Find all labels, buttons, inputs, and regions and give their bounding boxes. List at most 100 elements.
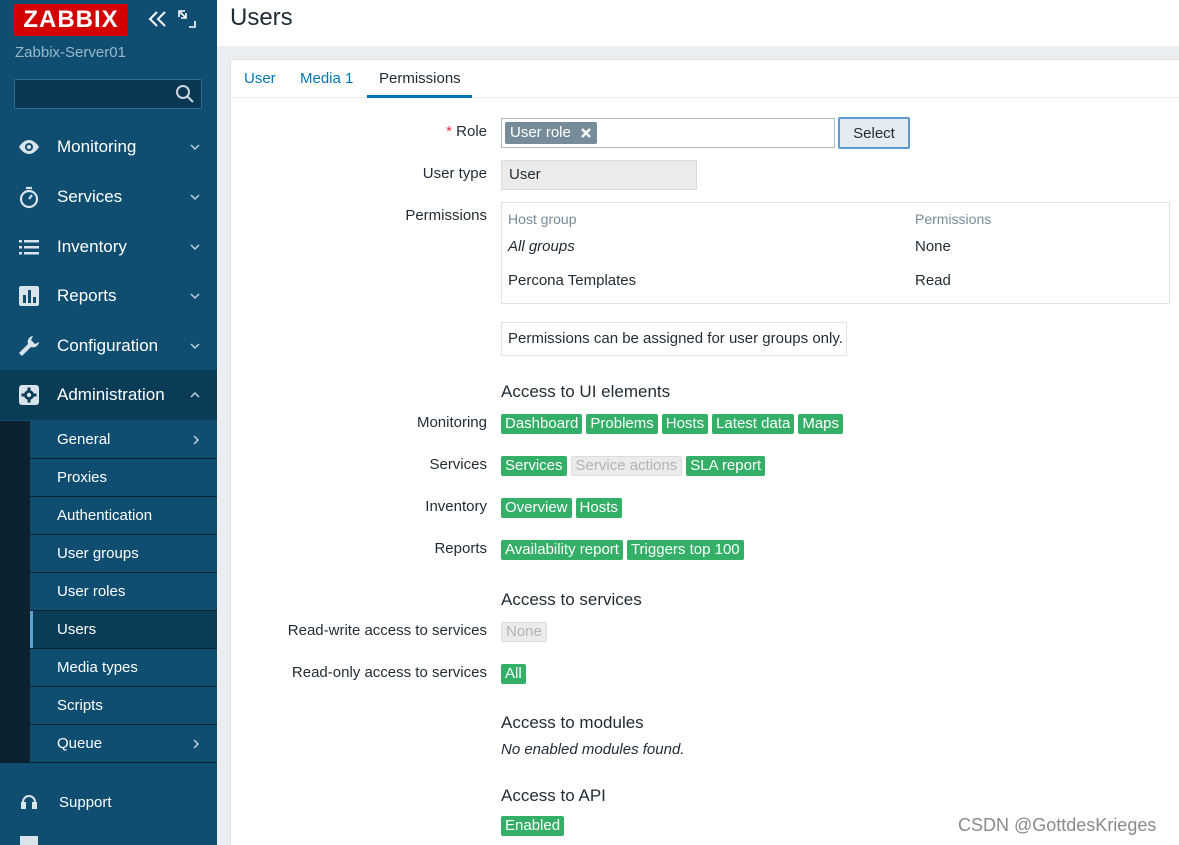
ui-badge: Availability report xyxy=(501,540,623,560)
section-title-services: Access to services xyxy=(501,590,642,609)
tab-media[interactable]: Media 1 xyxy=(300,70,353,87)
page-title: Users xyxy=(230,4,293,31)
bar-chart-icon xyxy=(19,286,39,306)
tab-media-label: Media xyxy=(300,70,341,87)
submenu-item-users[interactable]: Users xyxy=(30,611,217,648)
api-badge: Enabled xyxy=(501,816,565,836)
ui-badges-services: Services Service actions SLA report xyxy=(501,456,766,476)
ui-group-label: Inventory xyxy=(425,498,487,515)
remove-icon[interactable] xyxy=(580,127,592,139)
chevron-down-icon xyxy=(190,293,200,300)
submenu-label: User groups xyxy=(57,545,139,562)
submenu-label: Scripts xyxy=(57,697,103,714)
ui-group-label: Services xyxy=(429,456,487,473)
menu-label: Reports xyxy=(57,286,117,305)
support-link[interactable]: Support xyxy=(0,782,217,822)
search-input[interactable] xyxy=(15,80,165,108)
search-icon[interactable] xyxy=(175,84,195,104)
table-cell-permission: Read xyxy=(915,272,951,289)
modules-note: No enabled modules found. xyxy=(501,741,685,758)
read-only-services-value: All xyxy=(501,664,526,684)
tab-bar: User Media 1 Permissions xyxy=(231,60,1179,98)
chevron-down-icon xyxy=(190,144,200,151)
ui-badge: Dashboard xyxy=(501,414,583,434)
sidebar: ZABBIX Zabbix-Server01 Monitoring Servic… xyxy=(0,0,217,845)
required-mark: * xyxy=(446,123,452,140)
active-tab-indicator xyxy=(367,95,472,98)
administration-submenu: General Proxies Authentication User grou… xyxy=(0,421,217,763)
ui-badge-disabled: Service actions xyxy=(570,456,683,476)
menu-label: Inventory xyxy=(57,237,127,256)
menu-label: Administration xyxy=(57,385,165,404)
list-icon xyxy=(19,240,39,255)
menu-item-reports[interactable]: Reports xyxy=(0,271,217,321)
menu-label: Services xyxy=(57,187,123,206)
read-write-services-value: None xyxy=(501,622,547,642)
chevron-down-icon xyxy=(190,343,200,350)
menu-label: Configuration xyxy=(57,336,159,355)
ui-group-label: Reports xyxy=(434,540,487,557)
zabbix-logo[interactable]: ZABBIX xyxy=(14,4,128,36)
submenu-label: User roles xyxy=(57,583,126,600)
menu-label: Monitoring xyxy=(57,137,137,156)
chevron-up-icon xyxy=(190,391,200,398)
submenu-item-general[interactable]: General xyxy=(30,421,217,458)
submenu-label: Queue xyxy=(57,735,103,752)
ui-badges-inventory: Overview Hosts xyxy=(501,498,622,518)
ui-badge: Problems xyxy=(586,414,658,434)
select-role-button[interactable]: Select xyxy=(838,117,910,149)
ui-badge: Hosts xyxy=(575,498,622,518)
tab-media-count: 1 xyxy=(345,70,354,87)
submenu-item-media-types[interactable]: Media types xyxy=(30,649,217,686)
submenu-item-user-groups[interactable]: User groups xyxy=(30,535,217,572)
support-label: Support xyxy=(59,793,112,811)
wrench-icon xyxy=(19,336,39,356)
chevron-down-icon xyxy=(190,194,200,201)
submenu-item-authentication[interactable]: Authentication xyxy=(30,497,217,534)
gear-icon xyxy=(19,385,39,405)
sidebar-search xyxy=(14,79,202,109)
ui-group-label: Monitoring xyxy=(416,414,487,431)
services-badge-disabled: None xyxy=(501,622,547,642)
chevron-right-icon xyxy=(193,434,200,445)
tab-permissions[interactable]: Permissions xyxy=(379,70,461,87)
share-icon[interactable] xyxy=(20,836,38,845)
submenu-label: General xyxy=(57,431,111,448)
menu-item-administration[interactable]: Administration xyxy=(0,370,217,420)
menu-item-monitoring[interactable]: Monitoring xyxy=(0,122,217,172)
user-type-label: User type xyxy=(422,165,487,182)
ui-badges-monitoring: Dashboard Problems Hosts Latest data Map… xyxy=(501,414,844,434)
menu-item-configuration[interactable]: Configuration xyxy=(0,321,217,371)
role-chip-label: User role xyxy=(510,124,571,141)
ui-badge: Triggers top 100 xyxy=(626,540,744,560)
ui-badge: SLA report xyxy=(686,456,766,476)
submenu-item-user-roles[interactable]: User roles xyxy=(30,573,217,610)
ui-badge: Services xyxy=(501,456,567,476)
submenu-item-queue[interactable]: Queue xyxy=(30,725,217,762)
submenu-item-scripts[interactable]: Scripts xyxy=(30,687,217,724)
collapse-sidebar-icon[interactable] xyxy=(146,8,168,30)
api-access-value: Enabled xyxy=(501,816,565,836)
submenu-item-proxies[interactable]: Proxies xyxy=(30,459,217,496)
role-label-text: Role xyxy=(456,123,487,140)
kiosk-mode-icon[interactable] xyxy=(177,9,197,29)
section-title-modules: Access to modules xyxy=(501,713,644,732)
menu-item-services[interactable]: Services xyxy=(0,172,217,222)
role-chip: User role xyxy=(505,122,597,144)
user-form-card: User Media 1 Permissions * Role User rol… xyxy=(230,59,1179,845)
ui-badges-reports: Availability report Triggers top 100 xyxy=(501,540,744,560)
section-title-api: Access to API xyxy=(501,786,606,805)
eye-icon xyxy=(19,140,39,154)
role-multiselect[interactable]: User role xyxy=(501,118,835,148)
ui-badge: Latest data xyxy=(712,414,795,434)
permissions-label: Permissions xyxy=(405,207,487,224)
submenu-label: Proxies xyxy=(57,469,108,486)
user-type-field: User xyxy=(501,160,697,190)
permissions-table: Host group Permissions All groups None P… xyxy=(501,202,1170,304)
menu-item-inventory[interactable]: Inventory xyxy=(0,222,217,272)
table-cell-permission: None xyxy=(915,238,951,255)
submenu-label: Authentication xyxy=(57,507,153,524)
role-label: * Role xyxy=(446,123,487,140)
tab-user[interactable]: User xyxy=(244,70,276,87)
stopwatch-icon xyxy=(19,186,39,209)
